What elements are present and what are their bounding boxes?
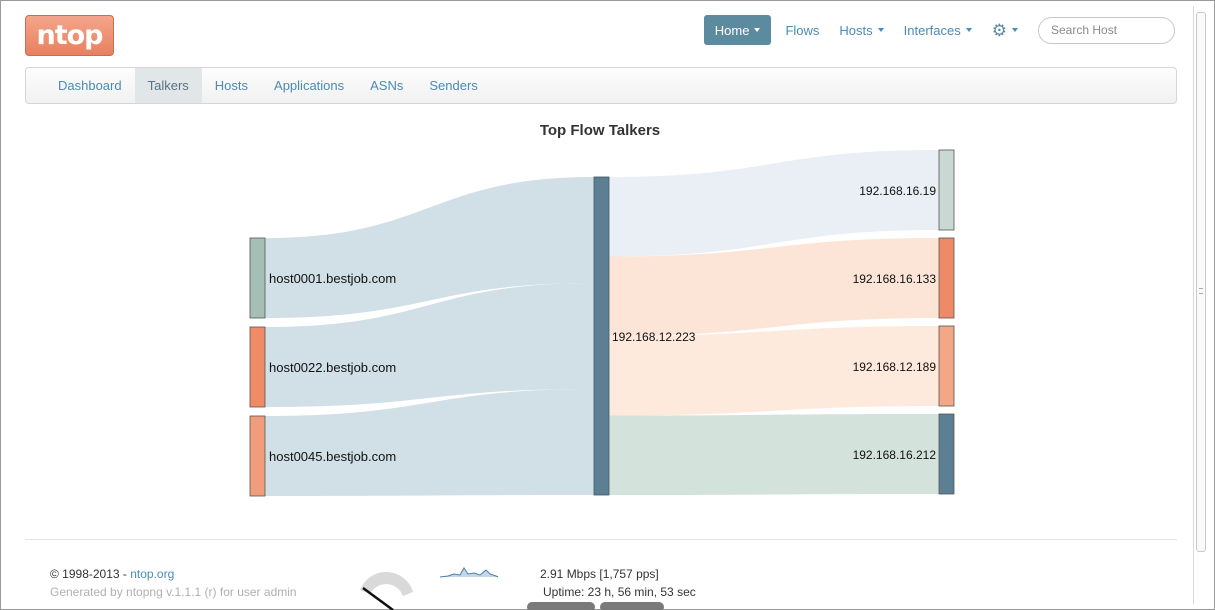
footer-badge [600, 602, 664, 610]
gauge-icon [360, 571, 413, 610]
copyright-text: © 1998-2013 - [50, 567, 131, 581]
sankey-node-label: 192.168.16.19 [859, 184, 936, 198]
uptime-text: Uptime: 23 h, 56 min, 53 sec [543, 585, 696, 599]
footer-badge [527, 602, 595, 610]
scrollbar-grip-icon [1199, 288, 1203, 294]
sankey-node-label: host0022.bestjob.com [269, 360, 396, 375]
scrollbar-thumb[interactable] [1196, 12, 1206, 552]
sankey-node-label: host0045.bestjob.com [269, 449, 396, 464]
throughput-sparkline [440, 567, 499, 578]
sankey-node-target [938, 325, 955, 407]
ntop-org-link[interactable]: ntop.org [130, 567, 174, 581]
footer-copyright: © 1998-2013 - ntop.org [50, 567, 174, 581]
sankey-node-target [938, 413, 955, 495]
footer-divider [25, 539, 1177, 540]
sankey-node-label: 192.168.12.223 [612, 330, 696, 344]
sankey-node-label: host0001.bestjob.com [269, 271, 396, 286]
sankey-node-target [938, 237, 955, 319]
sankey-node-source [249, 326, 266, 408]
footer-generated: Generated by ntopng v.1.1.1 (r) for user… [50, 585, 297, 599]
sankey-node-hub [593, 176, 610, 496]
sankey-node-target [938, 149, 955, 231]
sankey-chart: host0001.bestjob.com host0022.bestjob.com… [249, 149, 955, 497]
sankey-node-source [249, 237, 266, 319]
sankey-node-label: 192.168.12.189 [853, 360, 937, 374]
sankey-node-source [249, 415, 266, 497]
throughput-text: 2.91 Mbps [1,757 pps] [540, 567, 659, 581]
sankey-node-label: 192.168.16.212 [853, 448, 937, 462]
sankey-node-label: 192.168.16.133 [853, 272, 937, 286]
